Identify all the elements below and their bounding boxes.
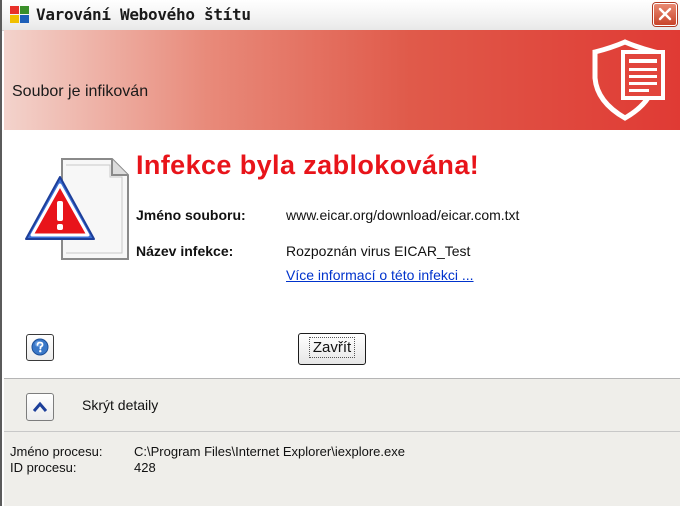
file-name-label: Jméno souboru: xyxy=(136,207,246,223)
window-title: Varování Webového štítu xyxy=(36,5,251,24)
window-close-button[interactable] xyxy=(653,3,677,26)
process-name-label: Jméno procesu: xyxy=(10,444,103,459)
process-name-value: C:\Program Files\Internet Explorer\iexpl… xyxy=(134,444,405,459)
infection-name-value: Rozpoznán virus EICAR_Test xyxy=(286,243,471,259)
hide-details-button[interactable] xyxy=(26,393,54,421)
process-id-label: ID procesu: xyxy=(10,460,77,475)
avg-logo-icon xyxy=(10,6,30,24)
process-id-value: 428 xyxy=(134,460,156,475)
chevron-up-icon xyxy=(33,401,47,412)
close-button-label: Zavřít xyxy=(308,337,356,358)
alert-window: Varování Webového štítu Soubor je infiko… xyxy=(0,0,680,506)
shield-icon xyxy=(589,38,673,122)
more-info-link[interactable]: Více informací o této infekci ... xyxy=(286,267,474,283)
details-divider xyxy=(4,431,680,432)
close-button[interactable]: Zavřít xyxy=(298,333,366,365)
title-bar[interactable]: Varování Webového štítu xyxy=(2,0,680,31)
help-icon xyxy=(31,338,49,356)
warning-document-icon xyxy=(24,155,136,267)
close-icon xyxy=(658,7,672,21)
help-button[interactable] xyxy=(26,334,54,361)
file-name-value: www.eicar.org/download/eicar.com.txt xyxy=(286,207,520,223)
hide-details-label[interactable]: Skrýt detaily xyxy=(82,397,158,413)
header-band: Soubor je infikován xyxy=(4,30,680,130)
infection-name-label: Název infekce: xyxy=(136,243,234,259)
infection-headline: Infekce byla zablokována! xyxy=(136,150,480,180)
header-title: Soubor je infikován xyxy=(12,83,149,100)
